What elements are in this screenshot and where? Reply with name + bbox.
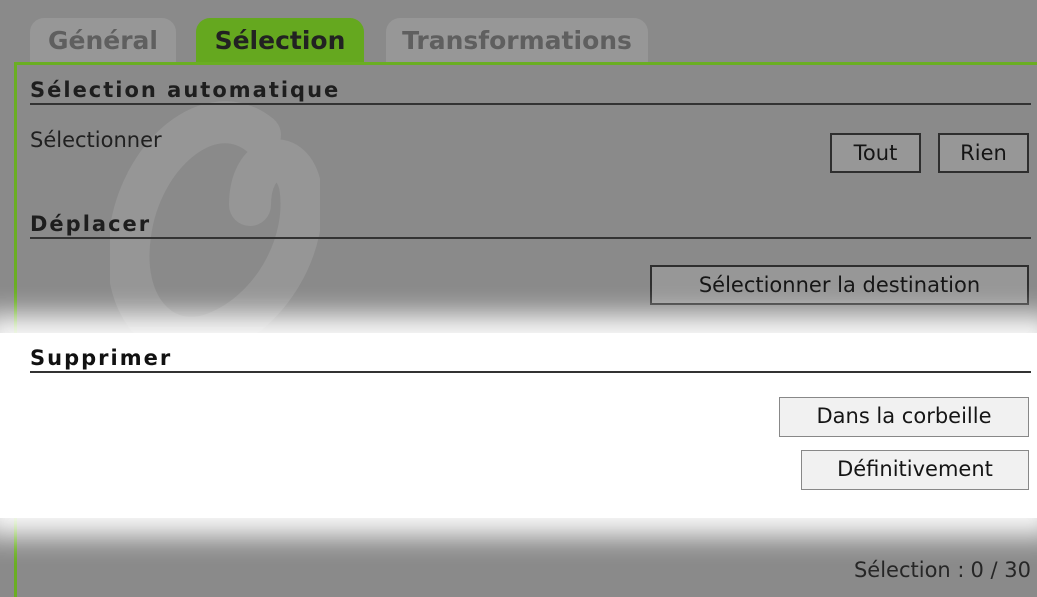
choose-destination-button[interactable]: Sélectionner la destination [650,265,1029,305]
delete-to-trash-button[interactable]: Dans la corbeille [779,397,1029,437]
tab-general[interactable]: Général [30,18,176,64]
selection-status-label: Sélection : [853,558,965,582]
delete-permanently-button[interactable]: Définitivement [801,450,1029,490]
tab-selection[interactable]: Sélection [196,18,364,64]
move-divider [30,237,1031,239]
delete-title: Supprimer [30,346,173,370]
delete-divider [30,371,1031,373]
select-all-button[interactable]: Tout [830,133,921,173]
selection-status-count: 0 / 30 [970,558,1031,582]
selection-status: Sélection :0 / 30 [854,558,1031,582]
tab-transformations[interactable]: Transformations [386,18,648,64]
auto-selection-divider [30,103,1031,105]
select-label: Sélectionner [30,128,162,152]
move-title: Déplacer [30,212,152,236]
select-none-button[interactable]: Rien [938,133,1029,173]
auto-selection-title: Sélection automatique [30,78,341,102]
delete-section-highlight: Supprimer Dans la corbeille Définitiveme… [0,333,1037,518]
